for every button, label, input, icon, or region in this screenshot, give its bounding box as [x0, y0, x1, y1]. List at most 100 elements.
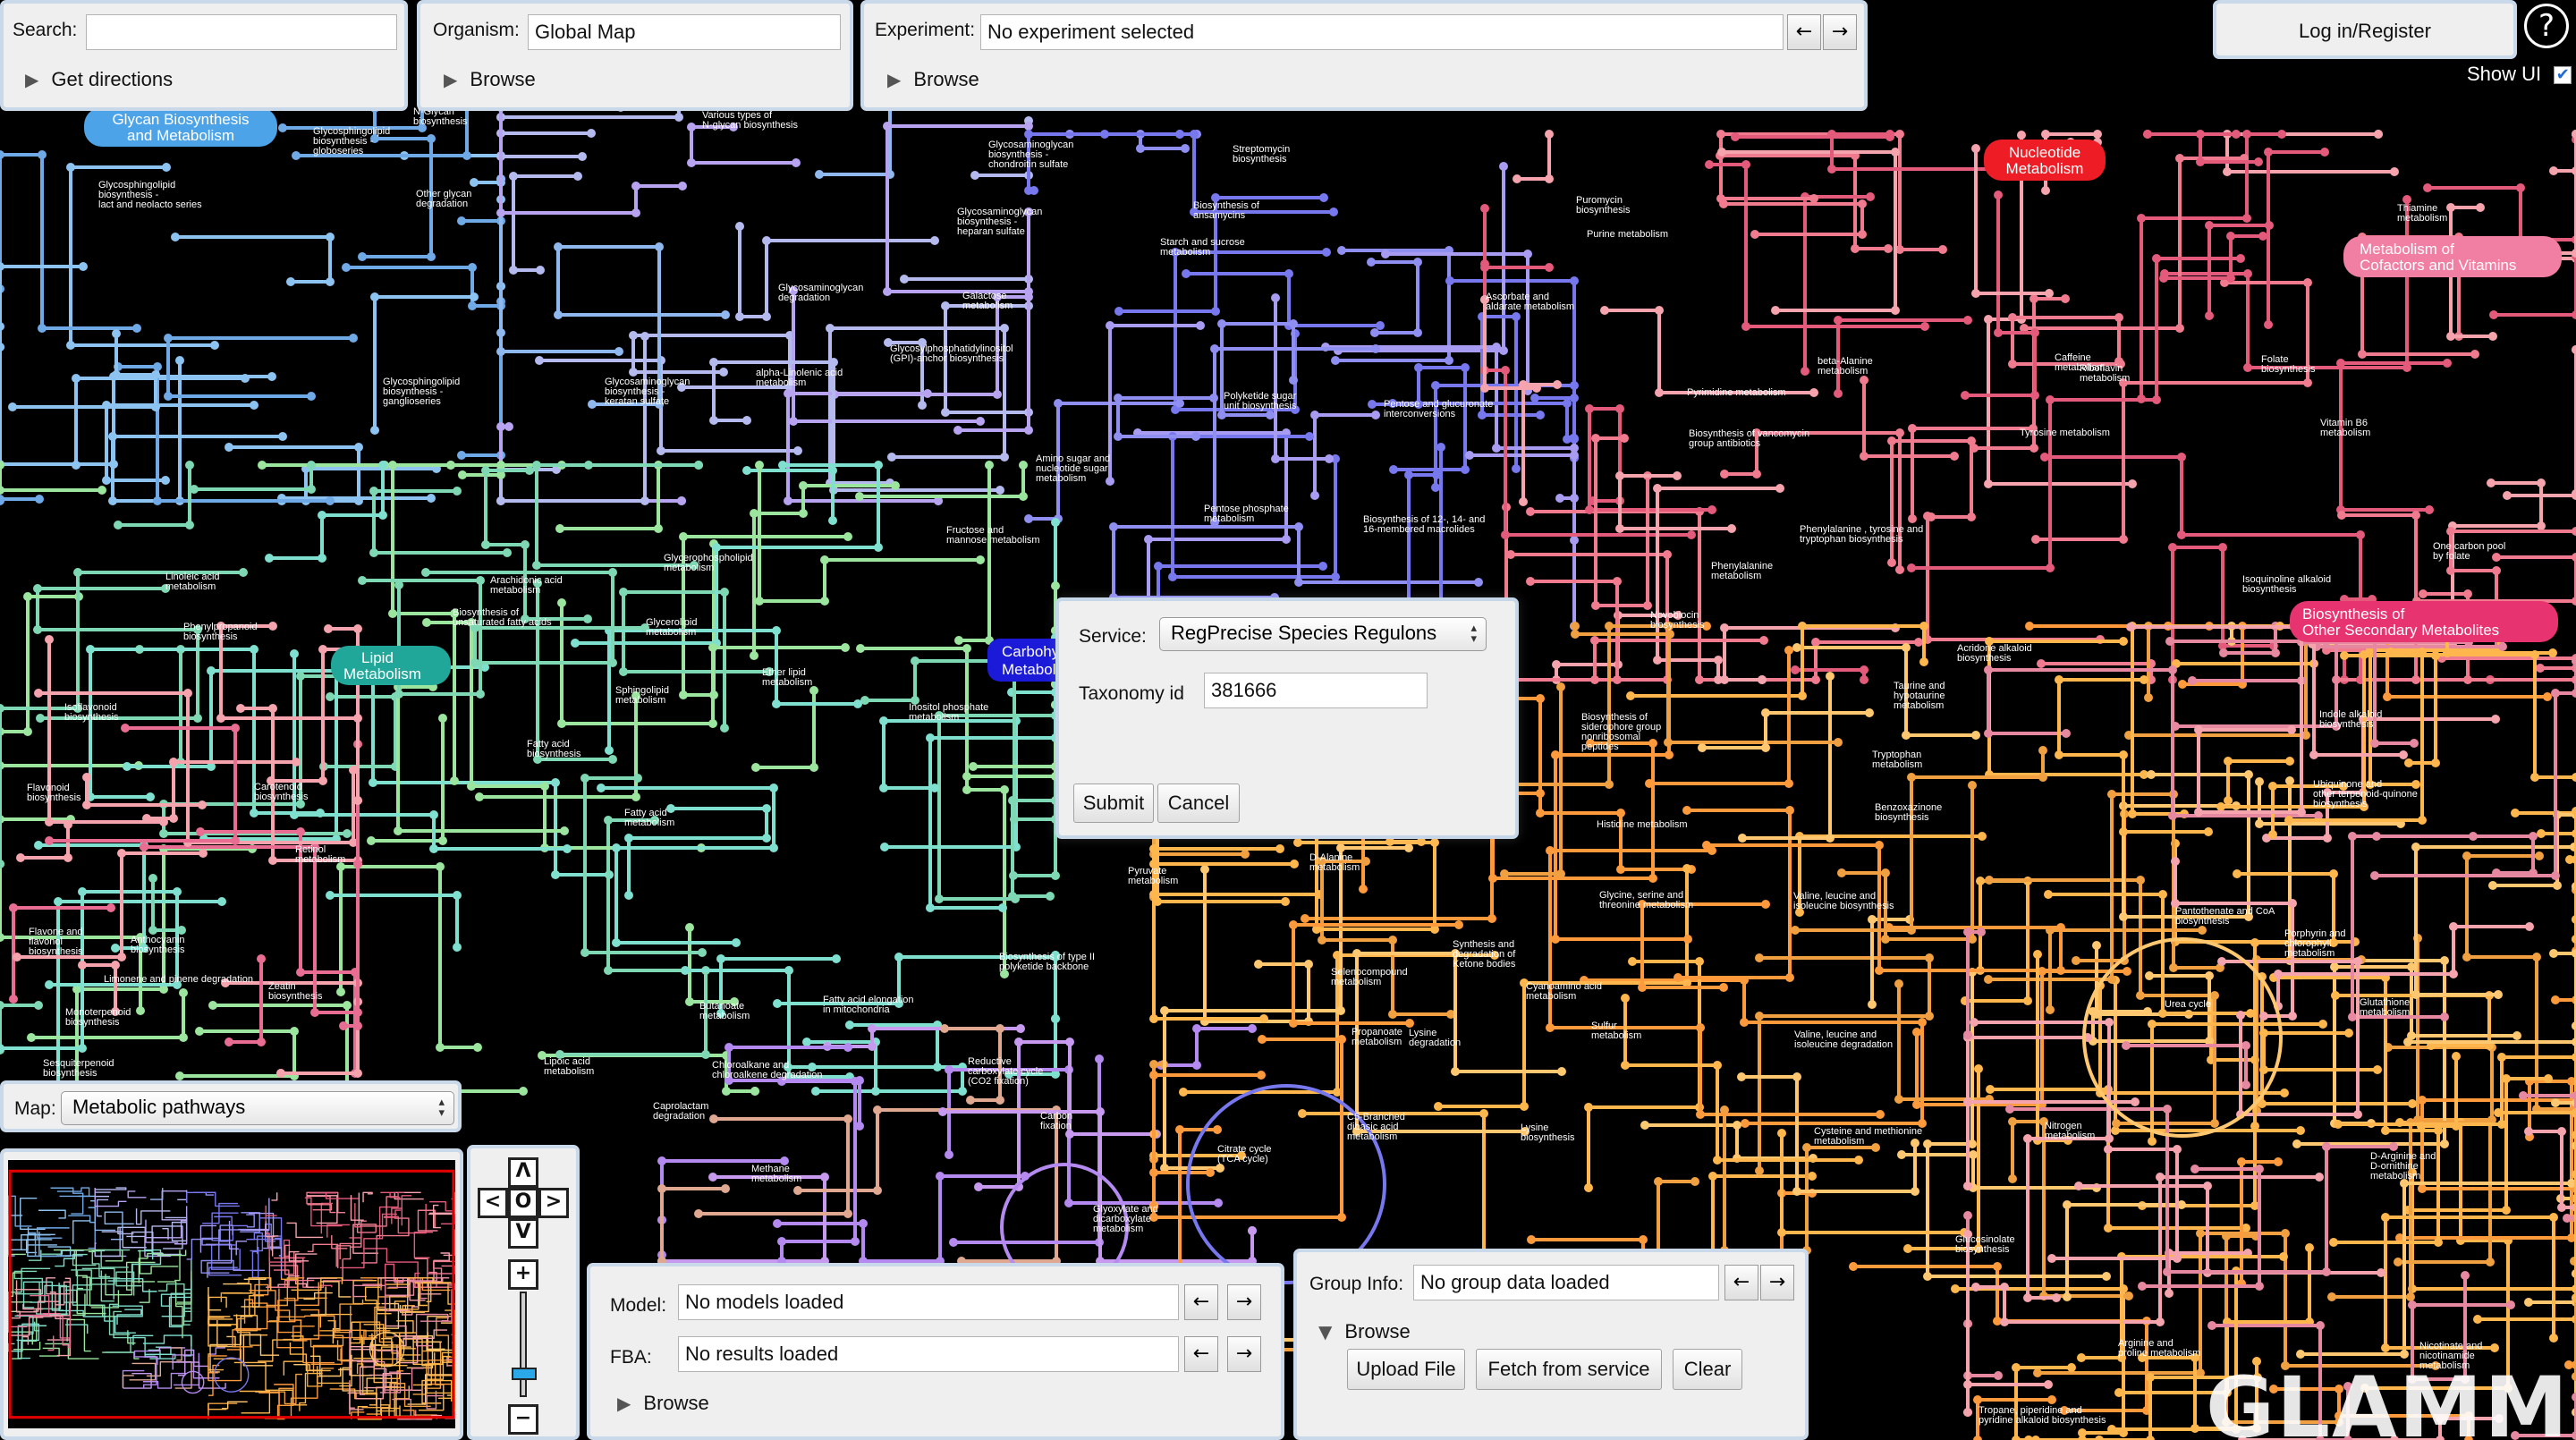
- compound-node[interactable]: [38, 324, 47, 333]
- compound-node[interactable]: [793, 446, 802, 455]
- compound-node[interactable]: [879, 784, 888, 792]
- compound-node[interactable]: [1196, 321, 1205, 330]
- compound-node[interactable]: [427, 494, 436, 503]
- compound-node[interactable]: [1570, 435, 1579, 444]
- compound-node[interactable]: [1008, 892, 1017, 901]
- compound-node[interactable]: [2470, 350, 2479, 359]
- compound-node[interactable]: [342, 263, 351, 272]
- pathway-label[interactable]: Selenocompound metabolism: [1331, 967, 1408, 987]
- compound-node[interactable]: [2030, 391, 2039, 400]
- compound-node[interactable]: [1337, 1213, 1346, 1222]
- compound-node[interactable]: [809, 763, 818, 772]
- compound-node[interactable]: [2297, 808, 2306, 817]
- compound-node[interactable]: [290, 649, 299, 658]
- compound-node[interactable]: [2292, 1139, 2301, 1148]
- compound-node[interactable]: [1708, 1172, 1717, 1181]
- compound-node[interactable]: [832, 954, 841, 963]
- compound-node[interactable]: [1881, 935, 1890, 944]
- pathway-edge[interactable]: [304, 467, 436, 501]
- compound-node[interactable]: [394, 580, 403, 589]
- compound-node[interactable]: [2322, 1267, 2331, 1276]
- compound-node[interactable]: [108, 496, 117, 505]
- compound-node[interactable]: [792, 158, 801, 167]
- compound-node[interactable]: [1854, 1156, 1863, 1165]
- compound-node[interactable]: [2389, 1142, 2398, 1151]
- compound-node[interactable]: [258, 461, 267, 470]
- compound-node[interactable]: [2305, 1243, 2314, 1252]
- compound-node[interactable]: [2551, 995, 2560, 1004]
- compound-node[interactable]: [1984, 729, 1993, 738]
- compound-node[interactable]: [1556, 682, 1565, 691]
- compound-node[interactable]: [1216, 1164, 1224, 1173]
- compound-node[interactable]: [2210, 1119, 2219, 1128]
- compound-node[interactable]: [2250, 938, 2259, 947]
- compound-node[interactable]: [2449, 922, 2458, 931]
- compound-node[interactable]: [580, 774, 589, 783]
- compound-node[interactable]: [2498, 642, 2507, 651]
- compound-node[interactable]: [2543, 692, 2552, 701]
- pathway-label[interactable]: Other glycan degradation: [416, 189, 471, 209]
- compound-node[interactable]: [2511, 809, 2520, 817]
- compound-node[interactable]: [851, 1237, 860, 1246]
- compound-node[interactable]: [578, 152, 587, 161]
- compound-node[interactable]: [2033, 950, 2042, 959]
- compound-node[interactable]: [296, 968, 305, 977]
- compound-node[interactable]: [265, 554, 274, 563]
- compound-node[interactable]: [208, 1001, 217, 1010]
- compound-node[interactable]: [34, 841, 43, 850]
- compound-node[interactable]: [1963, 1211, 1972, 1220]
- compound-node[interactable]: [1716, 130, 1725, 139]
- compound-node[interactable]: [1645, 779, 1654, 788]
- compound-node[interactable]: [1903, 1244, 1912, 1253]
- compound-node[interactable]: [820, 1173, 829, 1182]
- compound-node[interactable]: [169, 758, 178, 767]
- compound-node[interactable]: [250, 645, 258, 654]
- pathway-edge[interactable]: [2267, 150, 2325, 325]
- compound-node[interactable]: [1925, 953, 1934, 962]
- compound-node[interactable]: [1961, 391, 1970, 400]
- compound-node[interactable]: [2063, 1292, 2072, 1301]
- compound-node[interactable]: [996, 1024, 1004, 1033]
- compound-node[interactable]: [2119, 750, 2128, 759]
- compound-node[interactable]: [210, 341, 219, 350]
- compound-node[interactable]: [1605, 622, 1614, 631]
- group-info-input[interactable]: [1413, 1265, 1719, 1300]
- compound-node[interactable]: [829, 358, 838, 367]
- compound-node[interactable]: [378, 511, 387, 520]
- compound-node[interactable]: [343, 829, 352, 838]
- pathway-edge[interactable]: [2171, 546, 2274, 680]
- compound-node[interactable]: [2063, 1200, 2072, 1209]
- compound-node[interactable]: [1499, 162, 1508, 171]
- compound-node[interactable]: [554, 242, 563, 251]
- pathway-edge[interactable]: [2421, 1056, 2458, 1128]
- pathway-edge[interactable]: [295, 1253, 318, 1288]
- compound-node[interactable]: [2377, 1268, 2385, 1277]
- pathway-edge[interactable]: [133, 1350, 158, 1365]
- compound-node[interactable]: [1149, 1060, 1158, 1069]
- compound-node[interactable]: [1211, 307, 1220, 316]
- show-ui-toggle[interactable]: Show UI ✔: [2467, 63, 2572, 86]
- compound-node[interactable]: [826, 324, 835, 333]
- compound-node[interactable]: [1976, 877, 1985, 885]
- compound-node[interactable]: [2241, 1041, 2250, 1050]
- compound-node[interactable]: [1908, 424, 1917, 433]
- compound-node[interactable]: [993, 390, 1002, 399]
- compound-node[interactable]: [802, 1038, 811, 1046]
- compound-node[interactable]: [2056, 923, 2065, 932]
- pathway-edge[interactable]: [13, 1341, 41, 1351]
- compound-node[interactable]: [1585, 505, 1594, 514]
- compound-node[interactable]: [551, 778, 560, 787]
- compound-node[interactable]: [772, 699, 781, 708]
- compound-node[interactable]: [2237, 1157, 2246, 1166]
- compound-node[interactable]: [1546, 1023, 1555, 1032]
- pathway-edge[interactable]: [690, 125, 796, 165]
- compound-node[interactable]: [199, 849, 208, 858]
- compound-node[interactable]: [307, 485, 316, 494]
- pathway-edge[interactable]: [122, 1375, 134, 1389]
- pathway-label[interactable]: Linoleic acid metabolism: [165, 572, 220, 592]
- compound-node[interactable]: [962, 644, 971, 653]
- compound-node[interactable]: [2336, 359, 2345, 368]
- compound-node[interactable]: [1894, 1095, 1903, 1104]
- compound-node[interactable]: [1615, 404, 1624, 413]
- compound-node[interactable]: [2137, 214, 2146, 223]
